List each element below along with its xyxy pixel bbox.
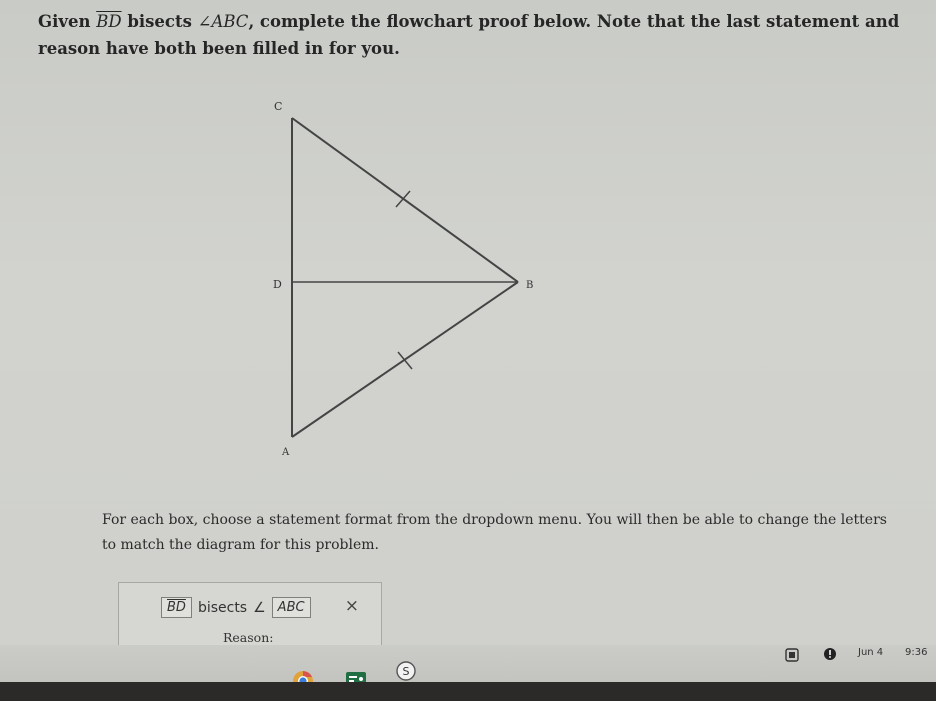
- prompt-segment: BD: [96, 12, 122, 31]
- segment-chip[interactable]: BD: [161, 597, 192, 618]
- prompt-angle: ∠ABC: [197, 12, 249, 31]
- angle-symbol: ∠: [253, 599, 266, 616]
- segment-cb: [291, 117, 519, 283]
- label-d: D: [273, 278, 282, 291]
- triangle-diagram: C D B A: [273, 100, 533, 458]
- problem-prompt: Given BD bisects ∠ABC, complete the flow…: [38, 8, 918, 62]
- instructions: For each box, choose a statement format …: [102, 512, 887, 553]
- label-a: A: [281, 447, 290, 458]
- prompt-bisects: bisects: [127, 12, 192, 31]
- taskbar-date: Jun 4: [858, 647, 884, 658]
- angle-chip[interactable]: ABC: [271, 597, 311, 618]
- tick-mark-ab: [397, 351, 413, 370]
- screen-bezel: [0, 682, 936, 701]
- notification-icon[interactable]: [823, 647, 837, 661]
- statement-verb: bisects: [197, 599, 248, 616]
- taskbar-time[interactable]: 9:36: [905, 647, 927, 658]
- label-c: C: [274, 100, 282, 113]
- label-b: B: [526, 280, 533, 291]
- s-app-icon[interactable]: S: [396, 661, 416, 681]
- remove-statement-button[interactable]: ×: [345, 596, 359, 616]
- svg-text:S: S: [403, 665, 410, 678]
- statement-row: BD bisects ∠ ABC: [161, 597, 311, 618]
- reason-label: Reason:: [223, 630, 274, 645]
- prompt-given: Given: [38, 12, 91, 31]
- tick-mark-cb: [395, 190, 411, 208]
- assignment-page: Given BD bisects ∠ABC, complete the flow…: [0, 0, 936, 664]
- screenshot-icon[interactable]: [785, 648, 799, 662]
